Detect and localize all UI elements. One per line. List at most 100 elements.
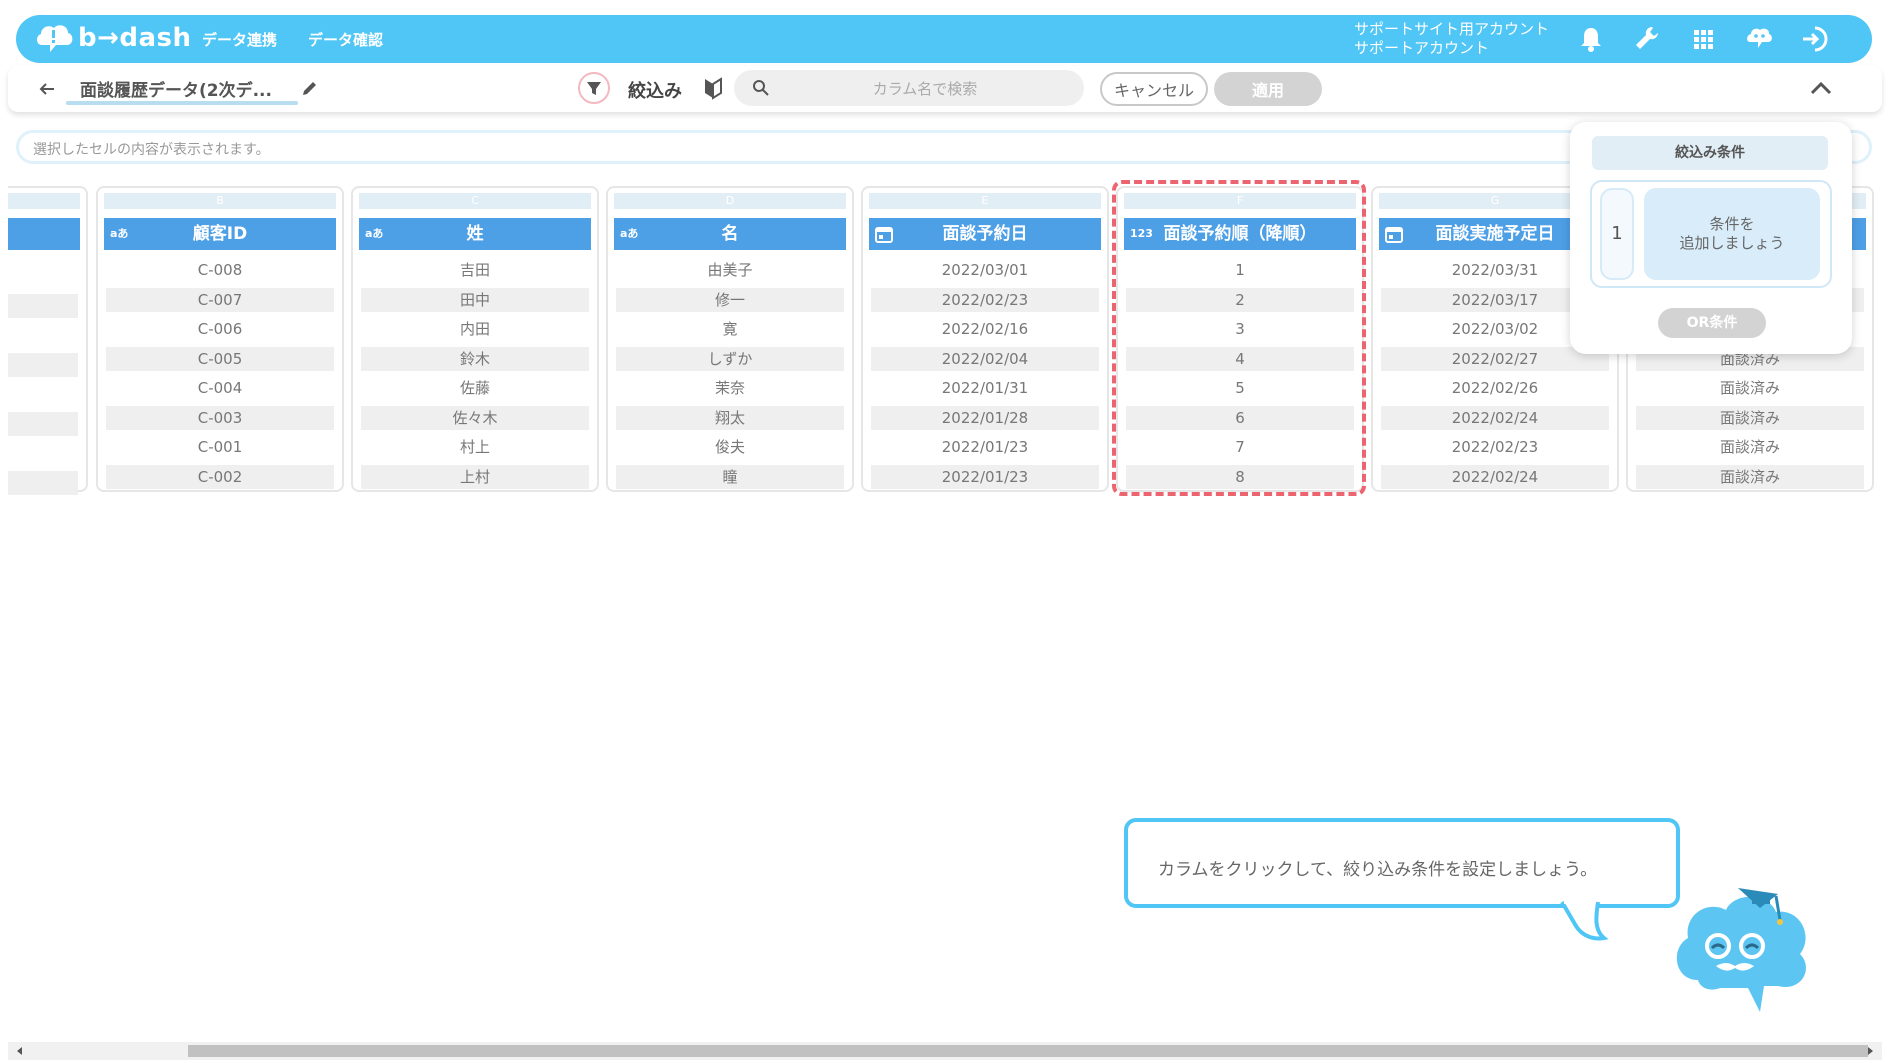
filter-panel-title: 絞込み条件: [1592, 136, 1828, 170]
table-cell[interactable]: 2022/01/28: [871, 405, 1099, 430]
table-cell[interactable]: C-003: [106, 405, 334, 430]
table-cell[interactable]: 寛: [616, 317, 844, 341]
table-cell[interactable]: 俊夫: [616, 435, 844, 459]
support-mascot-icon[interactable]: [1744, 24, 1774, 54]
table-cell[interactable]: 村上: [361, 435, 589, 459]
table-cell[interactable]: [8, 353, 78, 377]
chevron-up-icon[interactable]: [1808, 78, 1834, 98]
column-a-partial[interactable]: [8, 186, 88, 495]
scrollbar-thumb[interactable]: [188, 1045, 1868, 1057]
table-cell[interactable]: 2022/02/16: [871, 317, 1099, 341]
table-cell[interactable]: 鈴木: [361, 346, 589, 371]
table-cell[interactable]: C-008: [106, 258, 334, 282]
bell-icon[interactable]: [1576, 24, 1606, 54]
mascot-icon: [1676, 888, 1806, 1012]
text-type-icon: aあ: [620, 227, 639, 240]
edit-pencil-icon[interactable]: [300, 78, 320, 98]
scroll-left-arrow-icon[interactable]: [14, 1045, 26, 1057]
table-cell[interactable]: C-002: [106, 464, 334, 489]
calendar-icon: [875, 227, 893, 243]
column-c[interactable]: C aあ 姓 吉田 田中 内田 鈴木 佐藤 佐々木 村上 上村: [351, 186, 599, 492]
table-cell[interactable]: 2022/02/23: [871, 287, 1099, 312]
add-condition-button[interactable]: 条件を 追加しましょう: [1644, 188, 1820, 280]
account-info[interactable]: サポートサイト用アカウント サポートアカウント: [1354, 20, 1549, 58]
table-cell[interactable]: 面談済み: [1636, 405, 1864, 430]
cancel-button[interactable]: キャンセル: [1100, 72, 1208, 106]
table-cell[interactable]: 修一: [616, 287, 844, 312]
or-condition-button[interactable]: OR条件: [1658, 308, 1766, 338]
logo-text: b→dash: [78, 23, 192, 53]
table-cell[interactable]: C-007: [106, 287, 334, 312]
nav-data-check[interactable]: データ確認: [308, 29, 383, 50]
table-cell[interactable]: 田中: [361, 287, 589, 312]
table-cell[interactable]: 2022/02/26: [1381, 376, 1609, 400]
table-cell[interactable]: 面談済み: [1636, 376, 1864, 400]
apply-button[interactable]: 適用: [1214, 72, 1322, 106]
table-cell[interactable]: 由美子: [616, 258, 844, 282]
filter-icon[interactable]: [578, 72, 610, 104]
condition-number: 1: [1600, 188, 1634, 280]
column-header-label: 面談予約日: [942, 224, 1028, 244]
table-cell[interactable]: 2022/02/24: [1381, 405, 1609, 430]
table-cell[interactable]: 2022/02/04: [871, 346, 1099, 371]
table-cell[interactable]: 瞳: [616, 464, 844, 489]
wrench-icon[interactable]: [1632, 24, 1662, 54]
column-b[interactable]: B aあ 顧客ID C-008 C-007 C-006 C-005 C-004 …: [96, 186, 344, 492]
table-cell[interactable]: 2022/01/23: [871, 435, 1099, 459]
horizontal-scrollbar[interactable]: [8, 1042, 1882, 1060]
column-header-label: 顧客ID: [192, 224, 248, 244]
column-header-first-name[interactable]: aあ 名: [614, 218, 846, 250]
table-cell[interactable]: 面談済み: [1636, 435, 1864, 459]
table-cell[interactable]: C-006: [106, 317, 334, 341]
search-icon: [753, 80, 769, 96]
account-line-1: サポートサイト用アカウント: [1354, 20, 1550, 38]
table-cell[interactable]: [8, 294, 78, 318]
text-type-icon: aあ: [365, 227, 384, 240]
table-cell[interactable]: 吉田: [361, 258, 589, 282]
apps-grid-icon[interactable]: [1688, 24, 1718, 54]
table-cell[interactable]: C-001: [106, 435, 334, 459]
beginner-mark-icon[interactable]: [702, 76, 724, 100]
table-cell[interactable]: C-005: [106, 346, 334, 371]
filter-conditions-panel: 絞込み条件 1 条件を 追加しましょう OR条件: [1570, 122, 1852, 354]
table-cell[interactable]: しずか: [616, 346, 844, 371]
bdash-logo[interactable]: b→dash: [34, 21, 192, 55]
table-cell[interactable]: C-004: [106, 376, 334, 400]
table-cell[interactable]: 面談済み: [1636, 464, 1864, 489]
table-cell[interactable]: 2022/02/24: [1381, 464, 1609, 489]
data-title[interactable]: 面談履歴データ(2次デ...: [80, 76, 280, 101]
column-header-last-name[interactable]: aあ 姓: [359, 218, 591, 250]
table-cell[interactable]: 翔太: [616, 405, 844, 430]
table-cell[interactable]: 内田: [361, 317, 589, 341]
table-cell[interactable]: 上村: [361, 464, 589, 489]
column-header-reservation-date[interactable]: 面談予約日: [869, 218, 1101, 250]
table-cell[interactable]: 2022/02/23: [1381, 435, 1609, 459]
column-highlight-frame: [1112, 180, 1366, 496]
column-search-input[interactable]: [778, 70, 1072, 108]
column-e[interactable]: E 面談予約日 2022/03/01 2022/02/23 2022/02/16…: [861, 186, 1109, 492]
table-cell[interactable]: 2022/01/31: [871, 376, 1099, 400]
title-underline: [66, 101, 298, 105]
column-letter: D: [614, 193, 846, 209]
table-cell[interactable]: 佐々木: [361, 405, 589, 430]
column-header[interactable]: [8, 218, 80, 250]
calendar-icon: [1385, 227, 1403, 243]
column-letter: B: [104, 193, 336, 209]
nav-data-integration[interactable]: データ連携: [202, 29, 277, 50]
column-letter: C: [359, 193, 591, 209]
column-letter: E: [869, 193, 1101, 209]
column-d[interactable]: D aあ 名 由美子 修一 寛 しずか 茉奈 翔太 俊夫 瞳: [606, 186, 854, 492]
table-cell[interactable]: 2022/03/01: [871, 258, 1099, 282]
add-condition-line-1: 条件を: [1709, 215, 1755, 233]
scroll-right-arrow-icon[interactable]: [1864, 1045, 1876, 1057]
table-cell[interactable]: 2022/01/23: [871, 464, 1099, 489]
table-cell[interactable]: 茉奈: [616, 376, 844, 400]
back-arrow-icon[interactable]: [36, 78, 58, 100]
table-cell[interactable]: [8, 412, 78, 436]
column-header-label: 姓: [466, 224, 484, 244]
add-condition-line-2: 追加しましょう: [1679, 234, 1785, 252]
logout-icon[interactable]: [1800, 24, 1830, 54]
column-header-customer-id[interactable]: aあ 顧客ID: [104, 218, 336, 250]
table-cell[interactable]: [8, 471, 78, 495]
table-cell[interactable]: 佐藤: [361, 376, 589, 400]
